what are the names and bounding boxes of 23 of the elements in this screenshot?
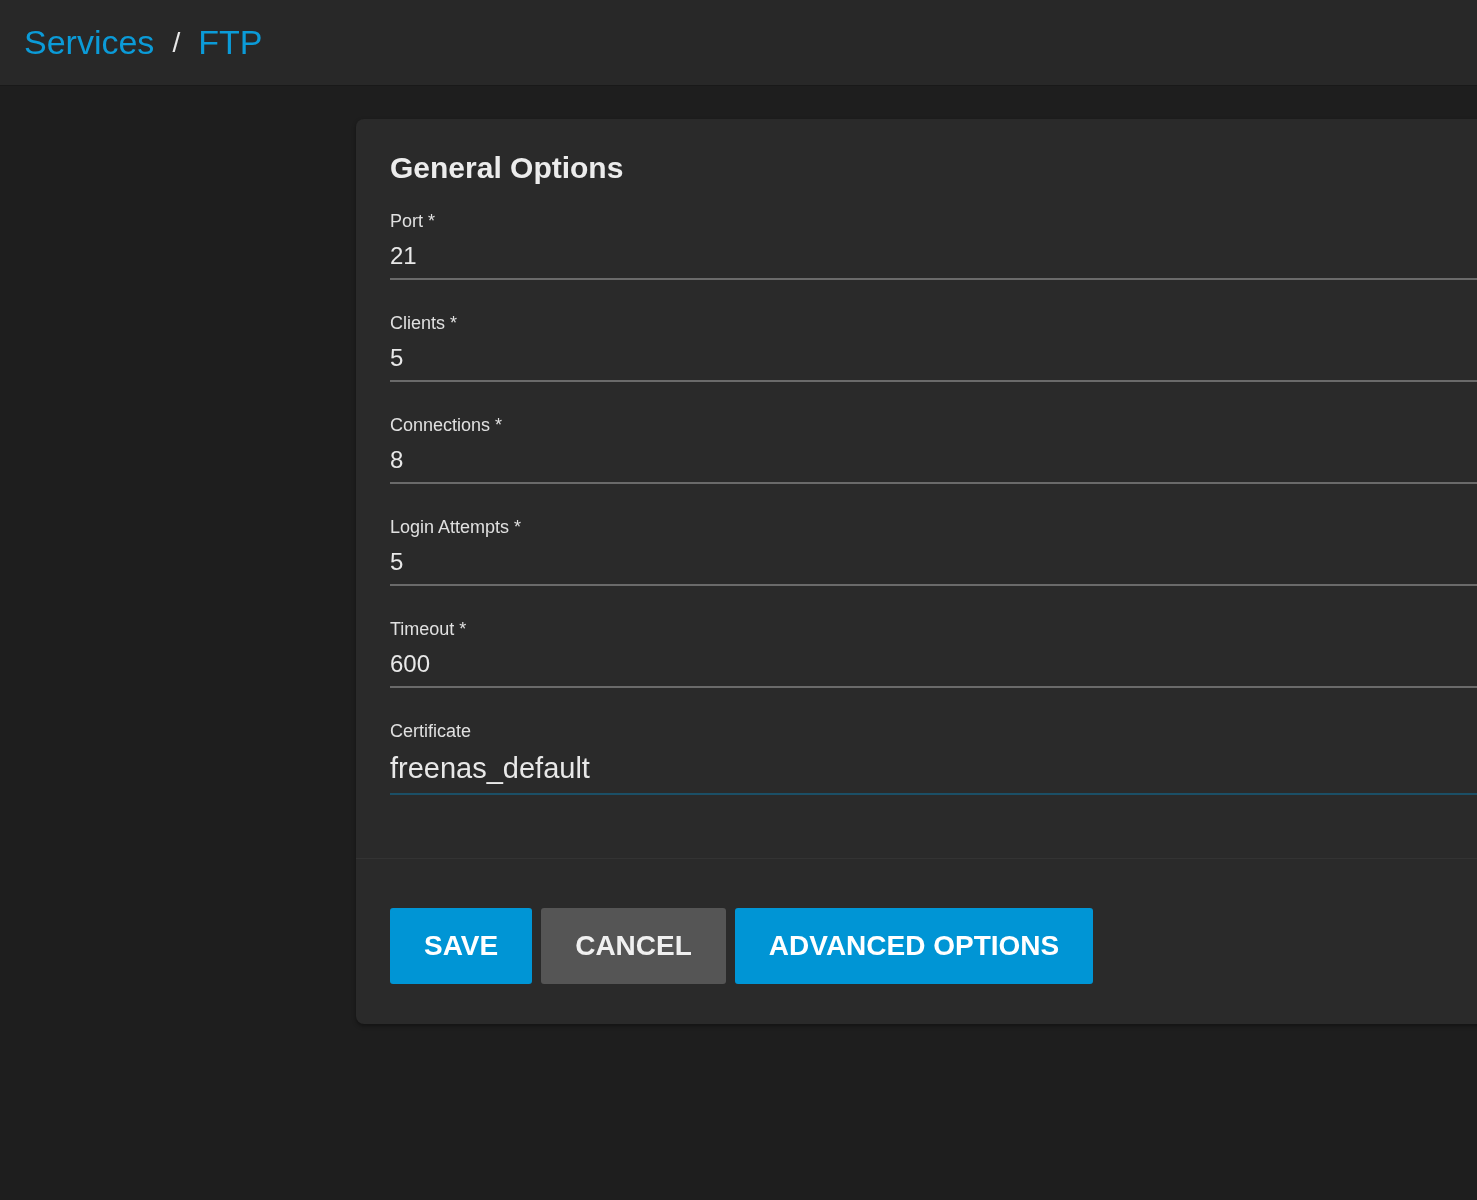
section-title: General Options xyxy=(390,151,625,185)
field-label: Clients * xyxy=(390,313,459,334)
field-value: 600 xyxy=(390,650,432,678)
input-field[interactable]: Login Attempts * 5 xyxy=(390,517,1477,586)
breadcrumb-separator: / xyxy=(172,26,181,59)
field-label: Timeout * xyxy=(390,619,468,640)
field-label: Port * xyxy=(390,211,437,232)
field-label: Certificate xyxy=(390,721,473,742)
input-field[interactable]: Certificate freenas_default xyxy=(390,721,1477,795)
field-label: Login Attempts * xyxy=(390,517,523,538)
field-value: 5 xyxy=(390,344,405,372)
field-value: 5 xyxy=(390,548,405,576)
input-field[interactable]: Connections * 8 xyxy=(390,415,1477,484)
field-value: 21 xyxy=(390,242,418,270)
breadcrumb-link[interactable]: Services xyxy=(24,23,155,62)
cancel-button[interactable]: CANCEL xyxy=(541,908,726,984)
field-label: Connections * xyxy=(390,415,504,436)
breadcrumb-link[interactable]: FTP xyxy=(198,23,263,62)
field-value: 8 xyxy=(390,446,405,474)
field-value: freenas_default xyxy=(390,752,591,785)
input-field[interactable]: Clients * 5 xyxy=(390,313,1477,382)
input-field[interactable]: Port * 21 xyxy=(390,211,1477,280)
input-field[interactable]: Timeout * 600 xyxy=(390,619,1477,688)
